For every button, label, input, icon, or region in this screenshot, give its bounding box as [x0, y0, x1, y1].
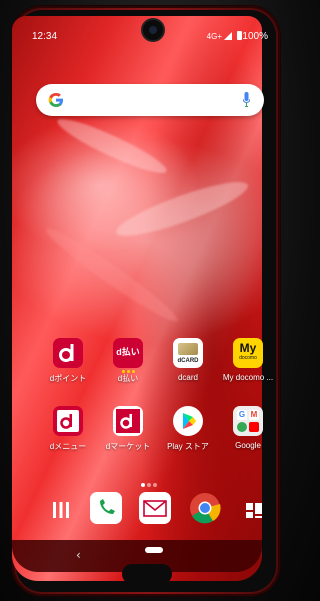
app-mydocomo[interactable]: My docomo My docomo ...: [217, 338, 279, 382]
back-button[interactable]: ‹: [76, 548, 81, 562]
app-dbarai[interactable]: d払い d払い: [97, 338, 159, 384]
app-dcard[interactable]: dCARD dcard: [157, 338, 219, 382]
page-indicator: [140, 472, 158, 487]
app-drawer-icon[interactable]: [45, 494, 77, 526]
app-label: Play ストア: [167, 442, 209, 451]
status-time: 12:34: [32, 31, 58, 42]
app-label: dマーケット: [105, 442, 151, 451]
signal-icon: [224, 32, 232, 40]
mydocomo-icon-subtext: docomo: [239, 355, 257, 361]
page-dot: [141, 483, 145, 487]
network-type: 4G+: [206, 32, 222, 41]
dbarai-icon: d払い: [113, 338, 143, 373]
page-dot: [147, 483, 151, 487]
dmarket-icon: [113, 406, 143, 436]
widgets-icon[interactable]: [238, 494, 270, 526]
app-dmarket[interactable]: dマーケット: [97, 406, 159, 452]
google-folder-icon: G M: [233, 406, 263, 436]
dcard-icon-text: dCARD: [177, 358, 199, 364]
mydocomo-icon: My docomo: [233, 338, 263, 368]
voice-search-mic-icon[interactable]: [242, 92, 251, 108]
bottom-speaker-notch: [122, 564, 172, 584]
battery-icon: [237, 31, 242, 40]
google-g-icon: [46, 90, 66, 110]
app-label: My docomo ...: [222, 373, 274, 382]
google-search-bar[interactable]: [36, 84, 264, 116]
app-dpoint[interactable]: dポイント: [37, 338, 99, 384]
app-label: dポイント: [49, 374, 87, 383]
dbarai-icon-text: d払い: [116, 347, 140, 357]
dpoint-icon: [53, 338, 83, 368]
app-play-store[interactable]: Play ストア: [157, 406, 219, 452]
chrome-icon[interactable]: [189, 492, 221, 524]
mail-icon[interactable]: [139, 492, 171, 524]
front-camera: [141, 18, 165, 42]
dcard-icon: dCARD: [173, 338, 203, 368]
play-store-icon: [173, 406, 203, 436]
dmenu-icon: [53, 406, 83, 436]
page-dot: [153, 483, 157, 487]
mydocomo-icon-text: My: [239, 341, 257, 355]
app-label: dメニュー: [49, 442, 87, 451]
app-label: Google: [235, 441, 261, 450]
phone-icon[interactable]: [90, 492, 122, 524]
app-google-folder[interactable]: G M Google: [217, 406, 279, 450]
home-button[interactable]: [145, 547, 163, 553]
battery-level: 100%: [242, 31, 268, 42]
app-dmenu[interactable]: dメニュー: [37, 406, 99, 452]
app-label: dcard: [177, 373, 198, 382]
